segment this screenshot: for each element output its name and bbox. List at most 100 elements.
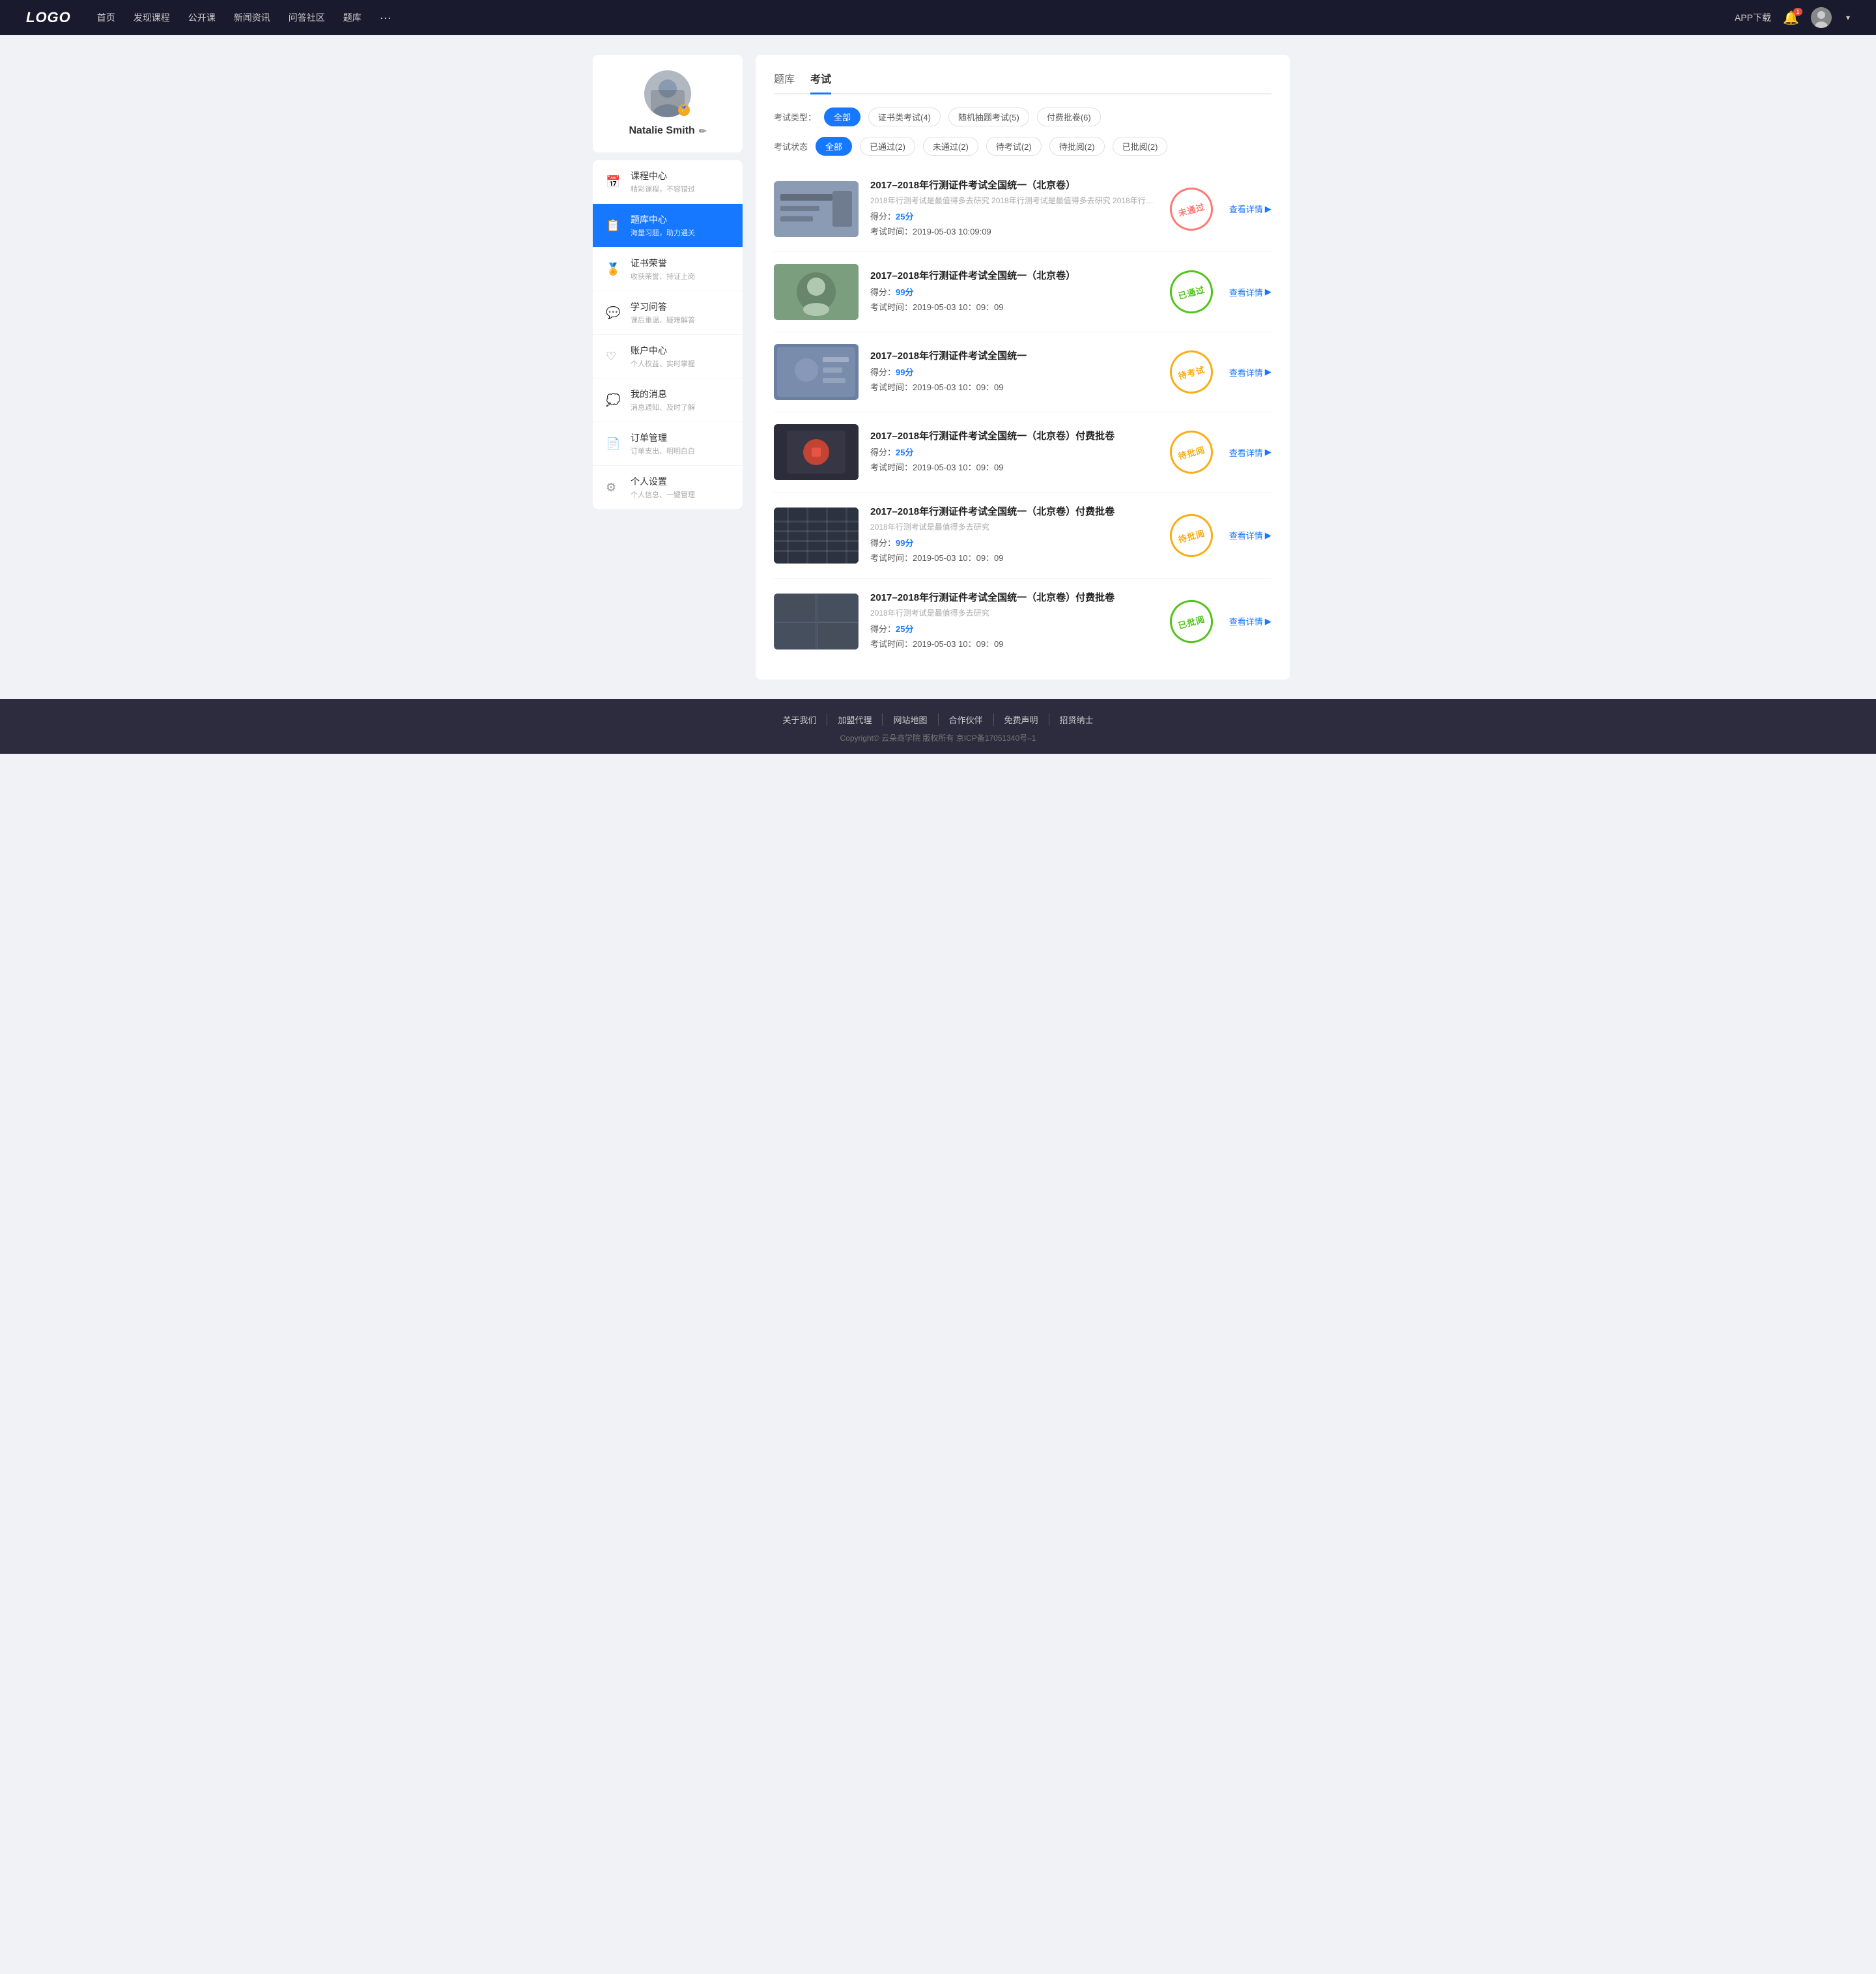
sidebar-item-account[interactable]: ♡ 账户中心 个人权益、实时掌握 [593, 335, 743, 379]
sidebar: 🏅 Natalie Smith ✏ 📅 课程中心 精彩课程，不容错过 📋 题库中… [593, 55, 743, 679]
exam-thumb-4 [774, 424, 859, 480]
exam-title-6: 2017–2018年行测证件考试全国统一（北京卷）付费批卷 [870, 590, 1154, 604]
nav-more[interactable]: ··· [380, 11, 391, 25]
tab-question-bank[interactable]: 题库 [774, 70, 795, 94]
sidebar-menu: 📅 课程中心 精彩课程，不容错过 📋 题库中心 海量习题，助力通关 🏅 证书荣誉… [593, 160, 743, 509]
profile-name: Natalie Smith ✏ [629, 125, 706, 137]
exam-thumb-1 [774, 181, 859, 237]
filter-status-all[interactable]: 全部 [816, 137, 852, 156]
exam-detail-link-1[interactable]: 查看详情 ▶ [1229, 203, 1272, 215]
question-icon: 📋 [606, 219, 624, 233]
exam-time-1: 考试时间：2019-05-03 10:09:09 [870, 225, 1154, 237]
exam-stamp-3: 待考试 [1165, 346, 1217, 399]
exam-item: 2017–2018年行测证件考试全国统一（北京卷） 得分：99分 考试时间：20… [774, 252, 1272, 332]
filter-status-reviewed[interactable]: 已批阅(2) [1113, 137, 1168, 156]
nav-link-discover[interactable]: 发现课程 [134, 11, 170, 25]
footer-copyright: Copyright© 云朵商学院 版权所有 京ICP备17051340号–1 [0, 732, 1876, 743]
exam-stamp-wrap-3: 待考试 [1165, 350, 1217, 393]
exam-info-2: 2017–2018年行测证件考试全国统一（北京卷） 得分：99分 考试时间：20… [870, 268, 1154, 315]
exam-title-4: 2017–2018年行测证件考试全国统一（北京卷）付费批卷 [870, 429, 1154, 442]
bell-badge: 1 [1793, 8, 1802, 16]
chevron-right-icon: ▶ [1265, 616, 1272, 627]
exam-time-4: 考试时间：2019-05-03 10：09：09 [870, 461, 1154, 473]
exam-detail-link-3[interactable]: 查看详情 ▶ [1229, 366, 1272, 379]
content-area: 题库 考试 考试类型： 全部 证书类考试(4) 随机抽题考试(5) 付费批卷(6… [756, 55, 1290, 679]
exam-time-2: 考试时间：2019-05-03 10：09：09 [870, 300, 1154, 313]
account-icon: ♡ [606, 350, 624, 364]
app-download-button[interactable]: APP下载 [1735, 11, 1771, 24]
exam-score-2: 得分：99分 [870, 285, 1154, 298]
exam-stamp-1: 未通过 [1165, 182, 1217, 235]
course-icon: 📅 [606, 175, 624, 189]
footer-link-partner[interactable]: 合作伙伴 [939, 713, 994, 726]
footer-link-sitemap[interactable]: 网站地图 [883, 713, 938, 726]
tab-exam[interactable]: 考试 [810, 70, 831, 94]
exam-score-4: 得分：25分 [870, 446, 1154, 458]
nav-link-news[interactable]: 新闻资讯 [234, 11, 270, 25]
filter-status-passed[interactable]: 已通过(2) [860, 137, 915, 156]
filter-status-pending-review[interactable]: 待批阅(2) [1049, 137, 1105, 156]
exam-thumb-3 [774, 344, 859, 400]
footer: 关于我们 加盟代理 网站地图 合作伙伴 免费声明 招贤纳士 Copyright©… [0, 699, 1876, 754]
exam-info-5: 2017–2018年行测证件考试全国统一（北京卷）付费批卷 2018年行测考试是… [870, 504, 1154, 566]
exam-stamp-5: 待批阅 [1165, 509, 1217, 562]
exam-desc-6: 2018年行测考试是最值得多去研究 [870, 607, 1154, 618]
exam-title-1: 2017–2018年行测证件考试全国统一（北京卷） [870, 178, 1154, 192]
order-icon: 📄 [606, 437, 624, 451]
exam-detail-link-4[interactable]: 查看详情 ▶ [1229, 446, 1272, 459]
sidebar-profile: 🏅 Natalie Smith ✏ [593, 55, 743, 152]
sidebar-item-order[interactable]: 📄 订单管理 订单支出、明明白白 [593, 422, 743, 466]
nav-link-qa[interactable]: 问答社区 [289, 11, 325, 25]
exam-thumb-5 [774, 508, 859, 564]
filter-status-row: 考试状态 全部 已通过(2) 未通过(2) 待考试(2) 待批阅(2) 已批阅(… [774, 137, 1272, 156]
chevron-right-icon: ▶ [1265, 447, 1272, 457]
logo: LOGO [26, 9, 71, 26]
exam-time-6: 考试时间：2019-05-03 10：09：09 [870, 637, 1154, 650]
filter-type-random[interactable]: 随机抽题考试(5) [948, 107, 1029, 126]
exam-stamp-wrap-4: 待批阅 [1165, 431, 1217, 474]
profile-edit-icon[interactable]: ✏ [699, 126, 707, 137]
exam-item: 2017–2018年行测证件考试全国统一（北京卷）付费批卷 2018年行测考试是… [774, 579, 1272, 664]
filter-type-cert[interactable]: 证书类考试(4) [868, 107, 941, 126]
footer-link-franchise[interactable]: 加盟代理 [827, 713, 883, 726]
avatar[interactable] [1811, 7, 1832, 28]
sidebar-item-cert[interactable]: 🏅 证书荣誉 收获荣誉、持证上岗 [593, 248, 743, 291]
exam-detail-link-5[interactable]: 查看详情 ▶ [1229, 529, 1272, 541]
qa-icon: 💬 [606, 306, 624, 320]
exam-time-3: 考试时间：2019-05-03 10：09：09 [870, 380, 1154, 393]
exam-detail-link-6[interactable]: 查看详情 ▶ [1229, 615, 1272, 627]
exam-stamp-wrap-5: 待批阅 [1165, 514, 1217, 557]
nav-link-open-course[interactable]: 公开课 [188, 11, 216, 25]
exam-title-5: 2017–2018年行测证件考试全国统一（北京卷）付费批卷 [870, 504, 1154, 518]
exam-item: 2017–2018年行测证件考试全国统一（北京卷）付费批卷 2018年行测考试是… [774, 493, 1272, 579]
exam-title-3: 2017–2018年行测证件考试全国统一 [870, 349, 1154, 362]
sidebar-item-question[interactable]: 📋 题库中心 海量习题，助力通关 [593, 204, 743, 248]
exam-info-3: 2017–2018年行测证件考试全国统一 得分：99分 考试时间：2019-05… [870, 349, 1154, 395]
exam-detail-link-2[interactable]: 查看详情 ▶ [1229, 286, 1272, 298]
exam-desc-5: 2018年行测考试是最值得多去研究 [870, 521, 1154, 532]
filter-status-failed[interactable]: 未通过(2) [923, 137, 978, 156]
exam-thumb-6 [774, 594, 859, 650]
sidebar-item-course[interactable]: 📅 课程中心 精彩课程，不容错过 [593, 160, 743, 204]
filter-type-paid[interactable]: 付费批卷(6) [1037, 107, 1101, 126]
exam-item: 2017–2018年行测证件考试全国统一 得分：99分 考试时间：2019-05… [774, 332, 1272, 412]
user-menu-chevron[interactable]: ▾ [1846, 13, 1850, 22]
filter-type-all[interactable]: 全部 [824, 107, 860, 126]
nav-link-exam[interactable]: 题库 [343, 11, 362, 25]
footer-link-about[interactable]: 关于我们 [772, 713, 827, 726]
chevron-right-icon: ▶ [1265, 204, 1272, 214]
nav-link-home[interactable]: 首页 [97, 11, 115, 25]
exam-info-1: 2017–2018年行测证件考试全国统一（北京卷） 2018年行测考试是最值得多… [870, 178, 1154, 240]
exam-list: 2017–2018年行测证件考试全国统一（北京卷） 2018年行测考试是最值得多… [774, 166, 1272, 664]
footer-link-recruit[interactable]: 招贤纳士 [1049, 713, 1104, 726]
exam-info-6: 2017–2018年行测证件考试全国统一（北京卷）付费批卷 2018年行测考试是… [870, 590, 1154, 652]
exam-time-5: 考试时间：2019-05-03 10：09：09 [870, 551, 1154, 564]
sidebar-item-msg[interactable]: 💭 我的消息 消息通知、及时了解 [593, 379, 743, 422]
sidebar-item-qa[interactable]: 💬 学习问答 课后重温、疑难解答 [593, 291, 743, 335]
notification-bell[interactable]: 🔔 1 [1783, 10, 1799, 26]
footer-link-disclaimer[interactable]: 免费声明 [994, 713, 1049, 726]
chevron-right-icon: ▶ [1265, 287, 1272, 297]
sidebar-item-settings[interactable]: ⚙ 个人设置 个人信息、一键管理 [593, 466, 743, 509]
filter-status-label: 考试状态 [774, 140, 808, 152]
filter-status-pending[interactable]: 待考试(2) [986, 137, 1042, 156]
